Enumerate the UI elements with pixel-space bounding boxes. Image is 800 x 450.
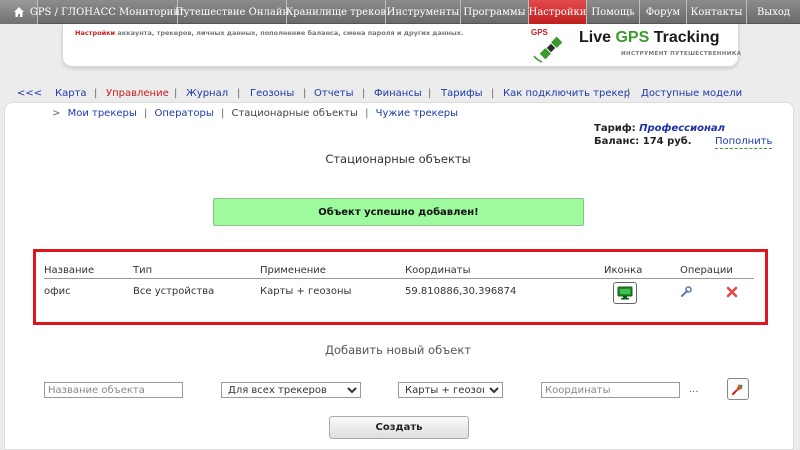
success-alert: Объект успешно добавлен! <box>213 198 584 226</box>
subnav-item-map[interactable]: Карта <box>55 88 87 99</box>
subnav-separator: | <box>237 88 241 99</box>
subnav-separator: | <box>491 88 495 99</box>
subnav-separator: | <box>303 88 307 99</box>
pick-on-map-button[interactable] <box>727 378 749 400</box>
brand-part-gps: GPS <box>615 29 650 46</box>
cell-usage: Карты + геозоны <box>260 286 352 297</box>
subnav-separator: | <box>428 88 432 99</box>
table-row: офис Все устройства Карты + геозоны 59.8… <box>44 286 754 302</box>
gps-satellite-logo-icon: GPS <box>531 28 563 63</box>
coordinates-more: ... <box>689 384 699 395</box>
header-banner: Настройки аккаунта, трекеров, личных дан… <box>62 24 742 67</box>
settings-description-highlight: Настройки <box>75 29 116 37</box>
brand-name: Live GPS Tracking <box>579 29 720 47</box>
wrench-icon[interactable] <box>680 286 692 298</box>
crumb-my-trackers[interactable]: Мои трекеры <box>68 108 137 119</box>
subnav-item-reports[interactable]: Отчеты <box>314 88 353 99</box>
monitor-icon <box>617 286 633 300</box>
brand-part-tracking: Tracking <box>649 29 720 46</box>
crumb-operators[interactable]: Операторы <box>155 108 214 119</box>
brand-part-live: Live <box>579 29 616 46</box>
col-header-coords: Координаты <box>405 265 471 276</box>
brand-tagline: ИНСТРУМЕНТ ПУТЕШЕСТВЕННИКА <box>621 51 742 57</box>
col-header-name: Название <box>44 265 95 276</box>
map-pick-icon <box>732 384 743 395</box>
balance-value: 174 руб. <box>642 136 692 147</box>
cell-coords: 59.810886,30.396874 <box>405 286 517 297</box>
top-tab-contacts[interactable]: Контакты <box>687 0 747 24</box>
subnav-separator: | <box>94 88 98 99</box>
breadcrumb-arrow: > <box>52 108 61 119</box>
object-icon-button[interactable] <box>613 282 637 304</box>
top-tab-settings[interactable]: Настройки <box>529 0 587 24</box>
cell-type: Все устройства <box>133 286 215 297</box>
top-tab-programs[interactable]: Программы <box>461 0 529 24</box>
object-name-input[interactable] <box>44 382 183 398</box>
settings-description: Настройки аккаунта, трекеров, личных дан… <box>75 29 463 37</box>
page-title: Стационарные объекты <box>325 152 471 166</box>
top-nav: GPS / ГЛОНАСС Мониторинг Путешествие Онл… <box>0 0 800 24</box>
top-tab-monitoring[interactable]: GPS / ГЛОНАСС Мониторинг <box>30 0 185 24</box>
top-tab-track-storage[interactable]: Хранилище треков <box>286 0 386 24</box>
breadcrumb-separator: | <box>143 108 148 119</box>
top-tab-tools[interactable]: Инструменты <box>386 0 461 24</box>
subnav-item-journal[interactable]: Журнал <box>186 88 228 99</box>
table-header: Название Тип Применение Координаты Иконк… <box>44 265 754 279</box>
account-summary: Тариф: Профессионал Баланс: 174 руб. Поп… <box>594 122 773 149</box>
crumb-foreign-trackers[interactable]: Чужие трекеры <box>376 108 458 119</box>
sub-nav-breadcrumb: > Мои трекеры | Операторы | Стационарные… <box>52 108 462 122</box>
tariff-value: Профессионал <box>639 123 725 134</box>
subnav-separator: | <box>362 88 366 99</box>
balance-label: Баланс: <box>594 136 640 147</box>
tariff-label: Тариф: <box>594 123 636 134</box>
coordinates-input[interactable] <box>541 382 680 398</box>
create-button[interactable]: Создать <box>329 416 469 439</box>
add-object-title: Добавить новый объект <box>324 343 472 357</box>
cell-name: офис <box>44 286 71 297</box>
top-tab-travel-online[interactable]: Путешествие Онлайн <box>175 0 289 24</box>
col-header-operations: Операции <box>680 265 733 276</box>
subnav-item-how-to-connect[interactable]: Как подключить трекер <box>503 88 630 99</box>
crumb-stationary-objects: Стационарные объекты <box>231 108 358 119</box>
section-nav: <<< Карта | Управление | Журнал | Геозон… <box>0 88 800 102</box>
top-tab-forum[interactable]: Форум <box>640 0 687 24</box>
subnav-item-finance[interactable]: Финансы <box>374 88 422 99</box>
topup-link[interactable]: Пополнить <box>715 135 773 149</box>
usage-select[interactable]: Карты + геозоны <box>398 382 503 398</box>
home-icon <box>13 7 24 17</box>
col-header-usage: Применение <box>260 265 326 276</box>
top-tab-help[interactable]: Помощь <box>587 0 640 24</box>
svg-text:GPS: GPS <box>531 28 549 37</box>
tracker-scope-select[interactable]: Для всех трекеров <box>221 382 361 398</box>
subnav-item-available-models[interactable]: Доступные модели <box>641 88 742 99</box>
delete-x-icon[interactable] <box>726 286 738 298</box>
col-header-icon: Иконка <box>604 265 643 276</box>
subnav-separator: | <box>627 88 631 99</box>
breadcrumb-separator: | <box>220 108 225 119</box>
settings-description-text: аккаунта, трекеров, личных данных, попол… <box>115 29 464 37</box>
subnav-item-geozones[interactable]: Геозоны <box>250 88 294 99</box>
subnav-item-tariffs[interactable]: Тарифы <box>441 88 483 99</box>
subnav-back-link[interactable]: <<< <box>17 88 42 99</box>
subnav-item-management[interactable]: Управление <box>106 88 169 99</box>
subnav-separator: | <box>174 88 178 99</box>
breadcrumb-separator: | <box>365 108 369 119</box>
col-header-type: Тип <box>133 265 153 276</box>
top-tab-logout[interactable]: Выход <box>747 0 800 24</box>
